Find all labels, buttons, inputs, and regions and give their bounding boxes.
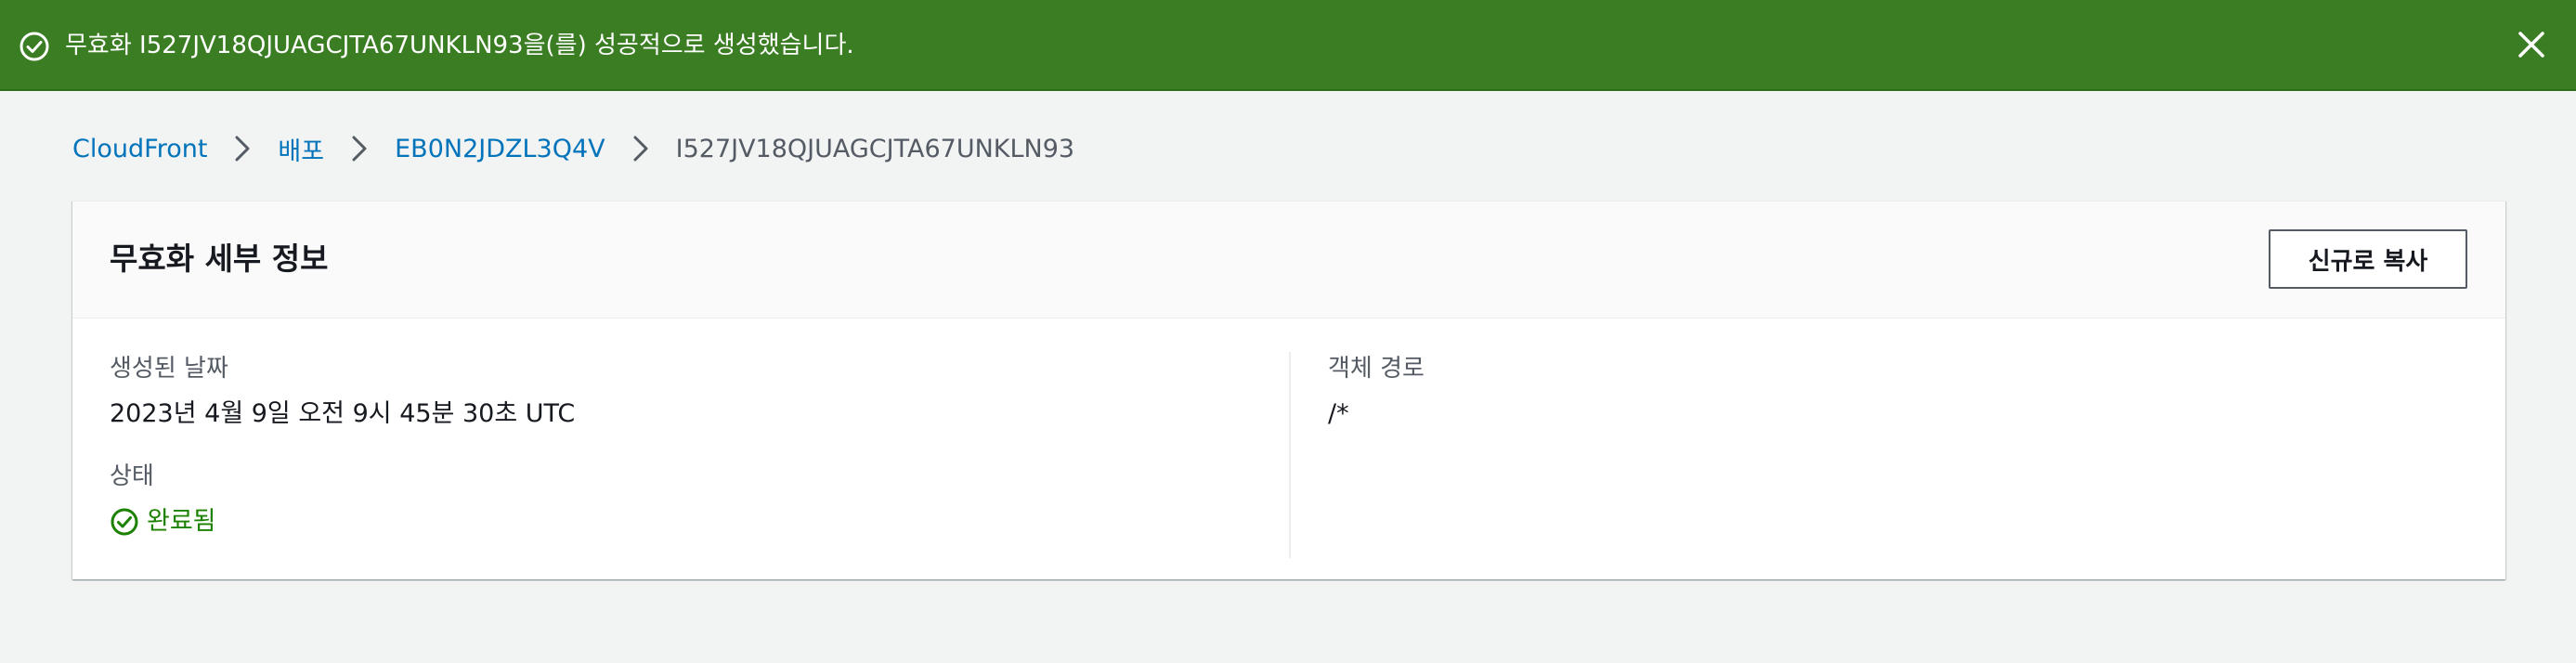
chevron-right-icon: [222, 130, 263, 167]
copy-to-new-button[interactable]: 신규로 복사: [2269, 229, 2467, 289]
status-indicator: 완료됨: [110, 504, 216, 540]
flash-message: 무효화 I527JV18QJUAGCJTA67UNKLN93을(를) 성공적으로…: [65, 32, 854, 59]
check-circle-icon: [20, 32, 49, 61]
close-icon[interactable]: [2515, 28, 2548, 61]
column-divider: [1289, 352, 1291, 558]
panel-header: 무효화 세부 정보 신규로 복사: [72, 202, 2505, 318]
chevron-right-icon: [339, 130, 380, 167]
created-date-label: 생성된 날짜: [110, 355, 228, 383]
breadcrumb-link-cloudfront[interactable]: CloudFront: [72, 135, 207, 163]
status-success-icon: [111, 508, 138, 536]
created-date-value: 2023년 4월 9일 오전 9시 45분 30초 UTC: [110, 399, 576, 428]
chevron-right-icon: [620, 130, 661, 167]
panel-title: 무효화 세부 정보: [110, 240, 329, 277]
breadcrumb: CloudFront 배포 EB0N2JDZL3Q4V I527JV18QJUA…: [72, 130, 1074, 167]
invalidation-details-panel: 무효화 세부 정보 신규로 복사 생성된 날짜 2023년 4월 9일 오전 9…: [72, 201, 2505, 579]
status-label: 상태: [110, 462, 154, 490]
object-path-label: 객체 경로: [1328, 355, 1425, 383]
breadcrumb-link-distribution-id[interactable]: EB0N2JDZL3Q4V: [395, 135, 605, 163]
success-flash-banner: 무효화 I527JV18QJUAGCJTA67UNKLN93을(를) 성공적으로…: [0, 0, 2576, 91]
object-path-value: /*: [1328, 399, 1349, 428]
breadcrumb-current-invalidation: I527JV18QJUAGCJTA67UNKLN93: [675, 134, 1075, 163]
breadcrumb-link-distributions[interactable]: 배포: [278, 131, 324, 167]
status-value: 완료됨: [147, 507, 216, 536]
